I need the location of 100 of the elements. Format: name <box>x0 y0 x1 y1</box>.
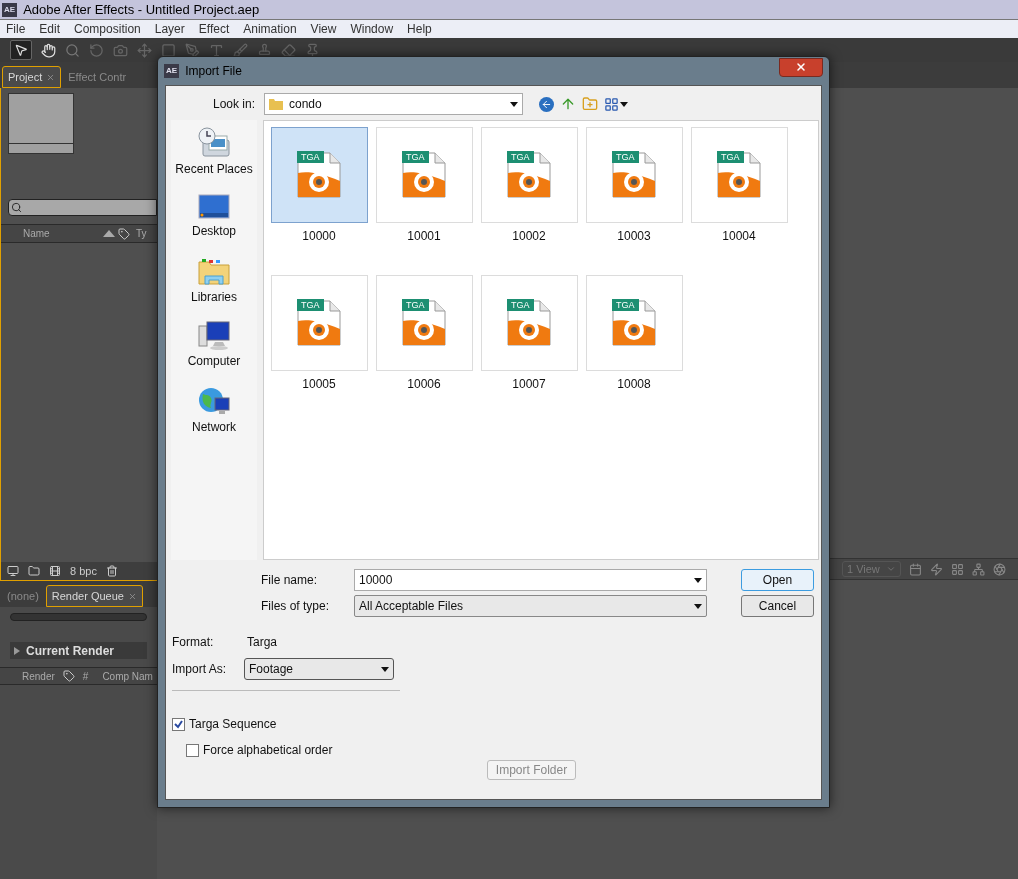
checkbox-label: Targa Sequence <box>189 716 277 733</box>
folder-icon <box>269 98 283 110</box>
search-field[interactable] <box>8 199 157 216</box>
back-icon[interactable] <box>539 96 554 112</box>
dialog-logo: AE <box>164 64 180 78</box>
camera-icon[interactable] <box>113 42 128 58</box>
computer-icon <box>197 320 231 352</box>
pin-icon[interactable] <box>305 42 320 58</box>
checkbox-option[interactable]: Targa Sequence <box>172 715 821 733</box>
look-in-dropdown[interactable]: condo <box>264 93 523 115</box>
file-name-label: 10004 <box>722 228 756 245</box>
tab-label: Project <box>8 69 43 85</box>
color-depth-label[interactable]: 8 bpc <box>70 562 97 580</box>
menu-item[interactable]: Edit <box>39 20 61 38</box>
field-label: Import As: <box>172 661 228 678</box>
flowchart-icon[interactable] <box>971 562 985 576</box>
brush-icon[interactable] <box>233 42 248 58</box>
pen-icon[interactable] <box>185 42 200 58</box>
place-item[interactable]: Desktop <box>192 192 236 240</box>
targa-file-icon <box>504 151 554 199</box>
column-heading[interactable]: Ty <box>136 226 147 241</box>
close-icon[interactable] <box>46 72 56 82</box>
menu-item[interactable]: Animation <box>243 20 297 38</box>
menu-item[interactable]: Window <box>350 20 394 38</box>
calendar-icon[interactable] <box>908 562 922 576</box>
menu-item[interactable]: Help <box>407 20 432 38</box>
menu-item[interactable]: Effect <box>198 20 230 38</box>
tab-label: Effect Contr <box>68 69 127 85</box>
thumbnail-preview <box>8 93 74 154</box>
file-type-badge: TGA <box>297 299 324 311</box>
check-icon <box>174 719 183 729</box>
pointer-icon <box>14 43 28 57</box>
label-tag-icon[interactable] <box>62 670 75 682</box>
checkbox[interactable] <box>186 743 199 757</box>
menu-item[interactable]: Composition <box>74 20 141 38</box>
composition-icon[interactable] <box>49 565 61 577</box>
section-title: Current Render <box>26 642 114 660</box>
cancel-button[interactable]: Cancel <box>741 595 814 617</box>
sort-triangle-icon[interactable] <box>103 230 115 237</box>
file-name-label: 10002 <box>512 228 546 245</box>
disclosure-triangle-icon <box>14 646 20 655</box>
place-item[interactable]: Computer <box>187 320 241 370</box>
up-folder-icon[interactable] <box>560 96 576 112</box>
menu-item[interactable]: File <box>6 20 26 38</box>
new-folder-icon[interactable] <box>582 96 598 112</box>
menu-item[interactable]: View <box>310 20 337 38</box>
file-name-label: 10006 <box>407 376 441 393</box>
grid-icon[interactable] <box>950 562 964 576</box>
dropdown-caret-icon <box>694 577 702 583</box>
close-button[interactable] <box>779 57 823 77</box>
section-header[interactable]: Current Render <box>10 642 147 659</box>
selection-tool[interactable] <box>10 40 32 60</box>
file-name-label: 10000 <box>302 228 336 245</box>
column-heading[interactable]: # <box>82 668 89 684</box>
caret-icon <box>620 101 628 107</box>
open-button[interactable]: Open <box>741 569 814 591</box>
targa-file-icon <box>609 151 659 199</box>
aperture-icon[interactable] <box>992 562 1006 576</box>
column-heading[interactable]: Render <box>22 668 55 684</box>
hand-icon[interactable] <box>41 42 56 58</box>
close-icon[interactable] <box>127 591 137 601</box>
interpret-footage-icon[interactable] <box>7 565 19 577</box>
pan-behind-icon[interactable] <box>137 42 152 58</box>
fast-preview-icon[interactable] <box>929 562 943 576</box>
column-heading[interactable]: Name <box>23 226 103 241</box>
import-as-dropdown[interactable]: Footage <box>244 658 394 680</box>
targa-file-icon <box>609 299 659 347</box>
file-type-badge: TGA <box>507 151 534 163</box>
field-label: Format: <box>172 634 215 651</box>
place-item[interactable]: Libraries <box>191 254 237 306</box>
checkbox-option[interactable]: Force alphabetical order <box>186 741 821 759</box>
file-type-badge: TGA <box>612 151 639 163</box>
targa-file-icon <box>504 299 554 347</box>
place-item[interactable]: Network <box>192 384 236 436</box>
targa-file-icon <box>294 151 344 199</box>
file-type-dropdown[interactable]: All Acceptable Files <box>354 595 707 617</box>
rectangle-icon[interactable] <box>161 42 176 58</box>
text-tool-icon[interactable] <box>209 42 224 58</box>
zoom-icon[interactable] <box>65 42 80 58</box>
checkbox-label: Force alphabetical order <box>203 742 333 759</box>
folder-icon[interactable] <box>28 565 40 577</box>
file-type-badge: TGA <box>402 151 429 163</box>
file-name-field[interactable]: 10000 <box>354 569 707 591</box>
file-name-label: 10008 <box>617 376 651 393</box>
menu-item[interactable]: Layer <box>154 20 185 38</box>
eraser-icon[interactable] <box>281 42 296 58</box>
trash-icon[interactable] <box>105 565 118 577</box>
label-tag-icon[interactable] <box>118 227 130 240</box>
rotate-icon[interactable] <box>89 42 104 58</box>
place-item[interactable]: Recent Places <box>175 126 253 178</box>
view-menu-button[interactable] <box>604 96 628 112</box>
close-icon <box>795 61 807 73</box>
panel-tab[interactable]: Project <box>2 66 62 88</box>
dropdown-caret-icon <box>381 666 389 672</box>
tab-label: Render Queue <box>51 588 124 604</box>
panel-tab[interactable]: Render Queue <box>45 585 143 607</box>
checkbox[interactable] <box>172 717 185 731</box>
targa-file-icon <box>294 299 344 347</box>
column-heading[interactable]: Comp Nam <box>102 668 153 684</box>
grid-view-icon <box>604 96 619 112</box>
